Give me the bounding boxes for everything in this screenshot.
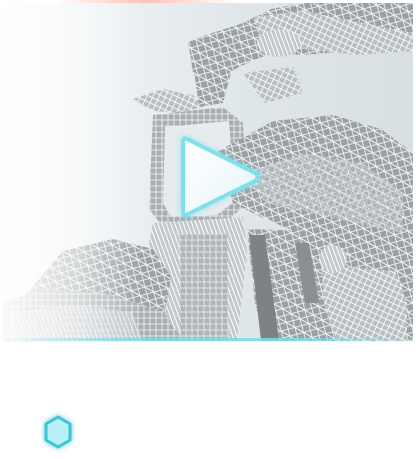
play-button[interactable] [171, 129, 267, 225]
hexagon-nav-button[interactable] [38, 411, 78, 453]
play-icon [181, 136, 260, 217]
hexagon-icon [44, 415, 72, 449]
progress-glow-line [3, 338, 413, 341]
page [0, 0, 416, 459]
video-player[interactable] [3, 3, 413, 341]
